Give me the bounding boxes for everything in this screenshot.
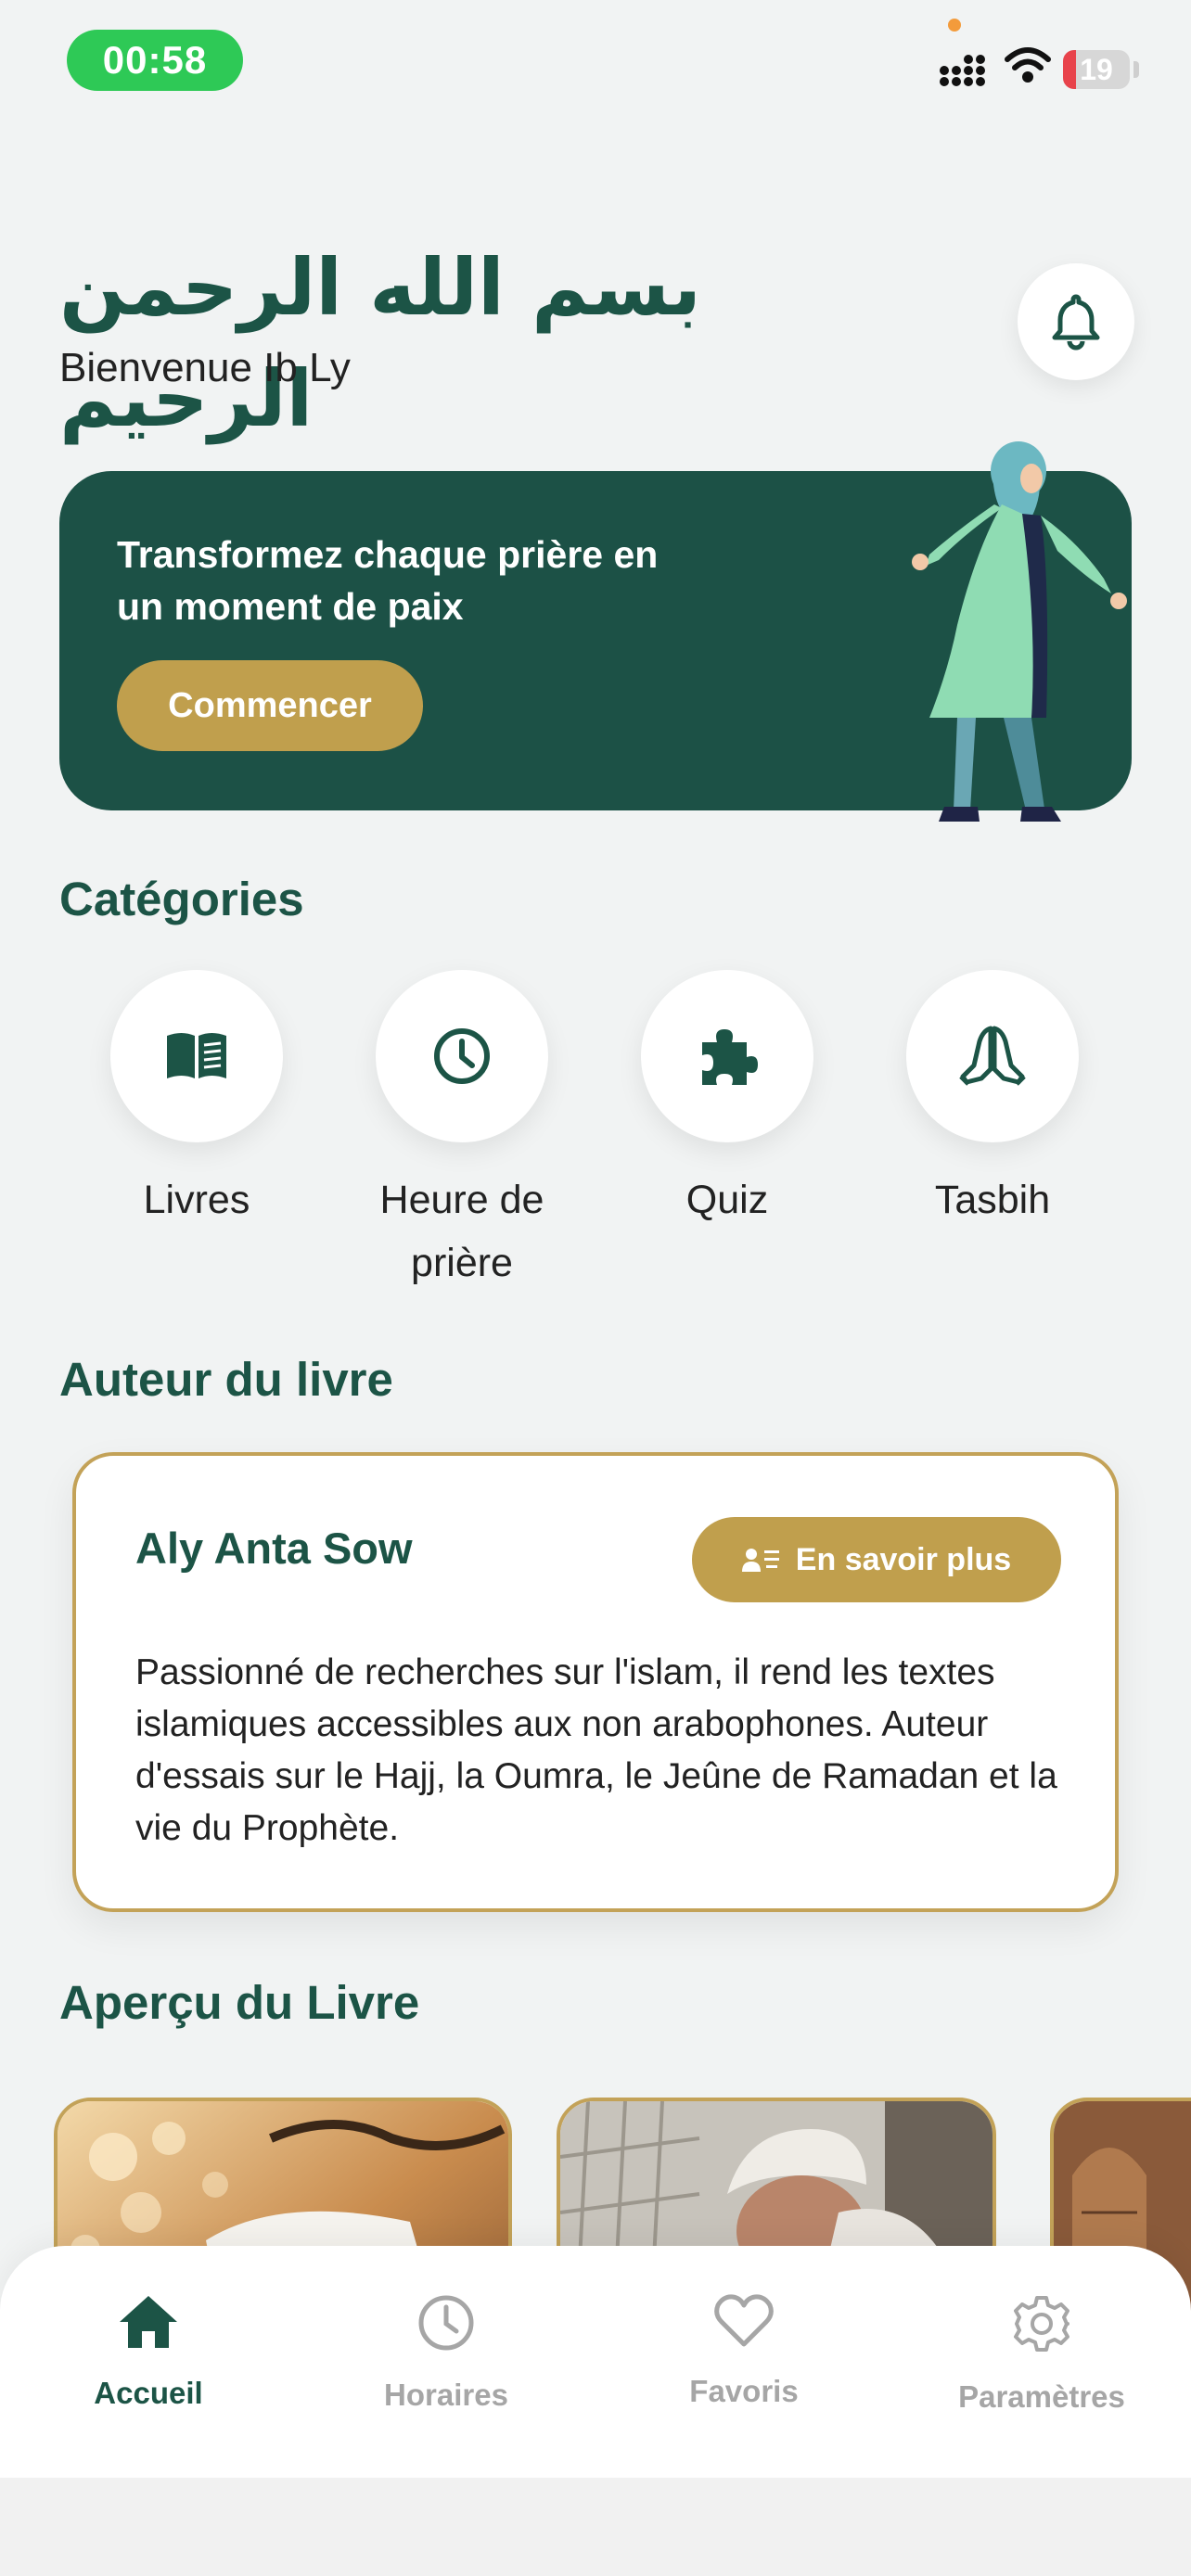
welcome-text: Bienvenue Ib Ly [59, 345, 351, 390]
categories-title: Catégories [59, 873, 304, 925]
author-name: Aly Anta Sow [135, 1524, 413, 1573]
nav-label: Horaires [384, 2378, 508, 2412]
nav-settings[interactable]: Paramètres [912, 2294, 1172, 2433]
book-preview-title: Aperçu du Livre [59, 1976, 420, 2029]
recording-indicator [948, 19, 961, 32]
nav-label: Paramètres [958, 2379, 1125, 2414]
clock-icon [434, 1028, 490, 1084]
woman-walking-illustration [912, 441, 1127, 822]
status-time: 00:58 [67, 30, 243, 91]
category-label: Quiz [685, 1178, 769, 1222]
learn-more-label: En savoir plus [795, 1541, 1012, 1577]
basmala-heading: بسم الله الرحمن الرحيم [59, 242, 701, 444]
category-label: Heure de prière [379, 1178, 544, 1285]
praying-hands-icon [959, 1026, 1026, 1086]
gear-icon [1014, 2296, 1069, 2352]
battery-level: 19 [1080, 53, 1113, 86]
puzzle-icon [702, 1029, 758, 1085]
wifi-icon [1005, 47, 1051, 83]
category-prayer-time-button[interactable] [376, 970, 548, 1142]
battery-tip [1133, 61, 1139, 78]
category-label: Livres [143, 1178, 250, 1222]
author-section-title: Auteur du livre [59, 1353, 393, 1406]
bell-icon [1052, 294, 1100, 351]
nav-label: Favoris [689, 2374, 799, 2408]
author-card: Aly Anta Sow En savoir plus Passionné de… [72, 1452, 1119, 1912]
nav-label: Accueil [94, 2376, 203, 2410]
category-quiz-button[interactable] [641, 970, 813, 1142]
start-button[interactable]: Commencer [117, 660, 423, 751]
user-details-icon [741, 1549, 779, 1572]
clock-icon [418, 2295, 474, 2351]
heart-icon [714, 2294, 774, 2347]
status-bar: 00:58 19 [0, 0, 1191, 130]
author-bio: Passionné de recherches sur l'islam, il … [135, 1652, 1057, 1848]
nav-schedule[interactable]: Horaires [316, 2294, 576, 2433]
home-icon [120, 2296, 177, 2348]
nav-home[interactable]: Accueil [19, 2294, 278, 2433]
battery-indicator: 19 [1063, 50, 1130, 89]
category-label: Tasbih [934, 1178, 1051, 1222]
cellular-signal-icon [940, 55, 985, 86]
home-indicator-area [0, 2478, 1191, 2576]
hero-title: Transformez chaque prière en un moment d… [117, 533, 659, 628]
category-tasbih-button[interactable] [906, 970, 1079, 1142]
nav-favorites[interactable]: Favoris [614, 2294, 874, 2433]
book-icon [167, 1033, 226, 1078]
learn-more-button[interactable]: En savoir plus [692, 1517, 1061, 1602]
bottom-navigation: Accueil Horaires Favoris Paramètres [0, 2246, 1191, 2478]
category-livres-button[interactable] [110, 970, 283, 1142]
notifications-button[interactable] [1018, 263, 1134, 380]
